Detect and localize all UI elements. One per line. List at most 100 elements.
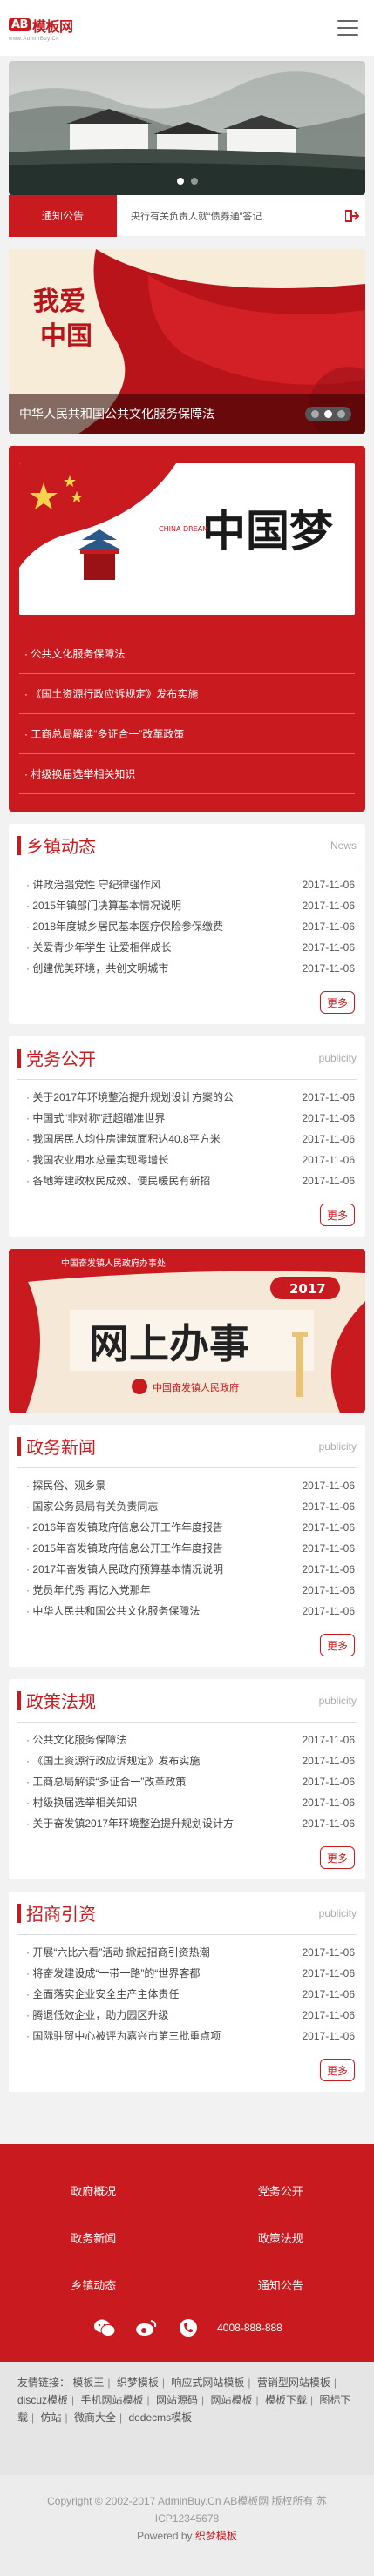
list-item[interactable]: 村级换届选举相关知识 bbox=[19, 754, 355, 794]
link[interactable]: 响应式网站模板 bbox=[171, 2377, 244, 2389]
list-item[interactable]: 党员年代秀 再忆入党那年2017-11-06 bbox=[26, 1580, 355, 1601]
link[interactable]: dedecms模板 bbox=[128, 2411, 192, 2424]
list-item[interactable]: 开展“六比六看”活动 掀起招商引资热潮2017-11-06 bbox=[26, 1942, 355, 1963]
promo-pagination[interactable] bbox=[305, 407, 351, 421]
notice-tag: 通知公告 bbox=[9, 194, 117, 237]
list-item[interactable]: 国家公务员局有关负责同志2017-11-06 bbox=[26, 1496, 355, 1517]
notice-bar[interactable]: 通知公告 央行有关负责人就“债券通”答记 bbox=[9, 194, 365, 237]
powered-by: Powered by bbox=[137, 2530, 193, 2542]
logo-badge: AB bbox=[9, 18, 31, 31]
link[interactable]: 营销型网站模板 bbox=[257, 2377, 330, 2389]
village-landscape-image bbox=[9, 61, 365, 195]
more-button[interactable]: 更多 bbox=[320, 1846, 355, 1869]
section-title[interactable]: 党务公开 bbox=[17, 1045, 96, 1070]
weibo-icon[interactable] bbox=[133, 2315, 160, 2341]
link[interactable]: 仿站 bbox=[40, 2411, 61, 2424]
more-button[interactable]: 更多 bbox=[320, 1634, 355, 1656]
feature-list: 公共文化服务保障法 《国土资源行政应诉规定》发布实施 工商总局解读“多证合一”改… bbox=[19, 634, 355, 794]
more-button[interactable]: 更多 bbox=[320, 1204, 355, 1226]
footer-nav-item[interactable]: 通知公告 bbox=[187, 2261, 374, 2308]
list-item[interactable]: 《国土资源行政应诉规定》发布实施2017-11-06 bbox=[26, 1750, 355, 1771]
promo-slider[interactable]: 我爱 中国 中华人民共和国公共文化服务保障法 bbox=[9, 249, 365, 434]
link[interactable]: 手机网站模板 bbox=[80, 2394, 143, 2406]
list-item[interactable]: 工商总局解读“多证合一”改革政策 bbox=[19, 714, 355, 754]
list-item[interactable]: 工商总局解读“多证合一”改革政策2017-11-06 bbox=[26, 1771, 355, 1792]
svg-text:我爱: 我爱 bbox=[33, 287, 85, 317]
list-item[interactable]: 公共文化服务保障法2017-11-06 bbox=[26, 1730, 355, 1750]
list-item[interactable]: 《国土资源行政应诉规定》发布实施 bbox=[19, 674, 355, 714]
section-town-news: 乡镇动态 News 讲政治强党性 守纪律强作风2017-11-06 2015年镇部… bbox=[9, 824, 365, 1024]
section-subtitle: publicity bbox=[318, 1694, 357, 1707]
footer-nav-item[interactable]: 政府概况 bbox=[0, 2167, 187, 2214]
list-item[interactable]: 关爱青少年学生 让爱相伴成长2017-11-06 bbox=[26, 937, 355, 958]
footer-nav-item[interactable]: 政务新闻 bbox=[0, 2214, 187, 2261]
list-item[interactable]: 中国式“非对称”赶超瞄准世界2017-11-06 bbox=[26, 1108, 355, 1129]
logo-text: 模板网 bbox=[31, 17, 73, 35]
list-item[interactable]: 我国农业用水总量实现零增长2017-11-06 bbox=[26, 1150, 355, 1170]
banner-big-text: 网上办事 bbox=[89, 1320, 249, 1367]
link[interactable]: 微商大全 bbox=[74, 2411, 116, 2424]
phone-number[interactable]: 4008-888-888 bbox=[217, 2322, 282, 2334]
list-item[interactable]: 村级换届选举相关知识2017-11-06 bbox=[26, 1792, 355, 1813]
section-title[interactable]: 乡镇动态 bbox=[17, 833, 96, 858]
list-item[interactable]: 我国居民人均住房建筑面积达40.8平方米2017-11-06 bbox=[26, 1129, 355, 1150]
section-title[interactable]: 招商引资 bbox=[17, 1900, 96, 1925]
list-item[interactable]: 2016年奋发镇政府信息公开工作年度报告2017-11-06 bbox=[26, 1517, 355, 1538]
footer-nav-item[interactable]: 乡镇动态 bbox=[0, 2261, 187, 2308]
section-subtitle: News bbox=[330, 839, 357, 852]
list-item[interactable]: 腾退低效企业，助力园区升级2017-11-06 bbox=[26, 2005, 355, 2026]
list-item[interactable]: 2017年奋发镇人民政府预算基本情况说明2017-11-06 bbox=[26, 1559, 355, 1580]
section-subtitle: publicity bbox=[318, 1440, 357, 1453]
list-item[interactable]: 公共文化服务保障法 bbox=[19, 634, 355, 674]
link[interactable]: 网站源码 bbox=[156, 2394, 198, 2406]
footer-nav: 政府概况 党务公开 政务新闻 政策法规 乡镇动态 通知公告 4008-888-8… bbox=[0, 2144, 374, 2362]
list-item[interactable]: 国际驻贸中心被评为嘉兴市第三批重点项2017-11-06 bbox=[26, 2026, 355, 2047]
list-item[interactable]: 将奋发建设成“一带一路”的“世界客都2017-11-06 bbox=[26, 1963, 355, 1984]
header: AB 模板网 www.AdminBuy.Cn bbox=[0, 0, 374, 56]
link[interactable]: 网站模板 bbox=[210, 2394, 252, 2406]
section-title[interactable]: 政务新闻 bbox=[17, 1433, 96, 1459]
logo-subtitle: www.AdminBuy.Cn bbox=[9, 36, 60, 42]
more-button[interactable]: 更多 bbox=[320, 991, 355, 1014]
list-item[interactable]: 2015年镇部门决算基本情况说明2017-11-06 bbox=[26, 895, 355, 916]
link[interactable]: 织梦模板 bbox=[117, 2377, 159, 2389]
exit-arrow-icon[interactable] bbox=[339, 209, 365, 222]
china-dream-title: 中国梦 bbox=[202, 505, 333, 556]
banner-seal-text: 中国奋发镇人民政府 bbox=[153, 1381, 239, 1393]
list-item[interactable]: 关于奋发镇2017年环境整治提升规划设计方2017-11-06 bbox=[26, 1813, 355, 1834]
list-item[interactable]: 关于2017年环境整治提升规划设计方案的公2017-11-06 bbox=[26, 1087, 355, 1108]
list-item[interactable]: 中华人民共和国公共文化服务保障法2017-11-06 bbox=[26, 1601, 355, 1622]
list-item[interactable]: 各地筹建政权民成效、便民暖民有新招2017-11-06 bbox=[26, 1170, 355, 1191]
section-gov-news: 政务新闻 publicity 探民俗、观乡景2017-11-06 国家公务员局有关… bbox=[9, 1425, 365, 1667]
section-subtitle: publicity bbox=[318, 1906, 357, 1919]
link[interactable]: 模板王 bbox=[72, 2377, 104, 2389]
link[interactable]: discuz模板 bbox=[17, 2394, 68, 2406]
china-dream-image[interactable]: 中国梦 CHINA DREAM bbox=[19, 463, 355, 615]
menu-icon[interactable] bbox=[337, 20, 358, 36]
more-button[interactable]: 更多 bbox=[320, 2059, 355, 2081]
phone-icon[interactable] bbox=[175, 2315, 201, 2341]
section-title[interactable]: 政策法规 bbox=[17, 1688, 96, 1713]
footer-nav-item[interactable]: 政策法规 bbox=[187, 2214, 374, 2261]
list-item[interactable]: 创建优美环境，共创文明城市2017-11-06 bbox=[26, 958, 355, 979]
hero-banner[interactable] bbox=[9, 61, 365, 195]
notice-text[interactable]: 央行有关负责人就“债券通”答记 bbox=[117, 209, 339, 223]
section-party-affairs: 党务公开 publicity 关于2017年环境整治提升规划设计方案的公2017-… bbox=[9, 1036, 365, 1237]
copyright-line1: Copyright © 2002-2017 AdminBuy.Cn AB模板网 … bbox=[47, 2495, 327, 2507]
banner-year: 2017 bbox=[289, 1281, 326, 1297]
copyright: Copyright © 2002-2017 AdminBuy.Cn AB模板网 … bbox=[0, 2475, 374, 2576]
section-policy: 政策法规 publicity 公共文化服务保障法2017-11-06 《国土资源行… bbox=[9, 1679, 365, 1879]
footer-nav-item[interactable]: 党务公开 bbox=[187, 2167, 374, 2214]
copyright-line2: ICP12345678 bbox=[154, 2512, 220, 2525]
list-item[interactable]: 讲政治强党性 守纪律强作风2017-11-06 bbox=[26, 874, 355, 895]
list-item[interactable]: 全面落实企业安全生产主体责任2017-11-06 bbox=[26, 1984, 355, 2005]
logo[interactable]: AB 模板网 www.AdminBuy.Cn bbox=[9, 15, 73, 42]
wechat-icon[interactable] bbox=[92, 2315, 118, 2341]
link[interactable]: 模板下载 bbox=[265, 2394, 307, 2406]
powered-brand-link[interactable]: 织梦模板 bbox=[195, 2530, 237, 2542]
list-item[interactable]: 2015年奋发镇政府信息公开工作年度报告2017-11-06 bbox=[26, 1538, 355, 1559]
list-item[interactable]: 2018年度城乡居民基本医疗保险参保缴费2017-11-06 bbox=[26, 916, 355, 937]
banner-pagination[interactable] bbox=[9, 178, 365, 185]
list-item[interactable]: 探民俗、观乡景2017-11-06 bbox=[26, 1475, 355, 1496]
online-service-banner[interactable]: 中国奋发镇人民政府办事处 2017 网上办事 中国奋发镇人民政府 bbox=[9, 1249, 365, 1413]
